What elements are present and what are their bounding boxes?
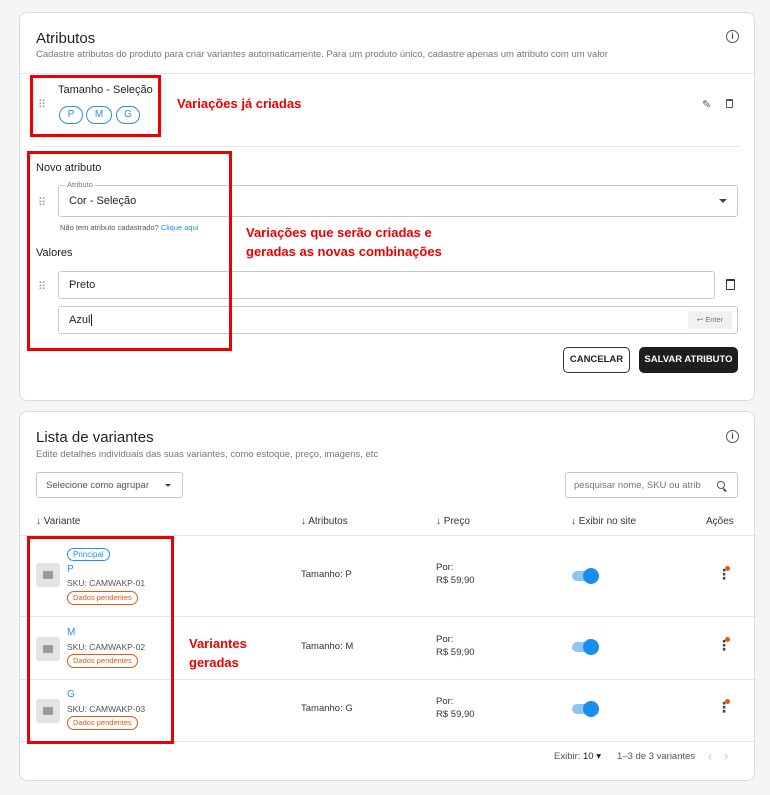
variants-subtitle: Edite detalhes individuais das suas vari… bbox=[36, 449, 379, 460]
annotation-box-generated bbox=[27, 536, 174, 744]
variant-price: R$ 59,90 bbox=[436, 575, 475, 586]
visibility-toggle[interactable] bbox=[572, 701, 599, 717]
annotation-line: geradas as novas combinações bbox=[246, 244, 442, 259]
pending-dot bbox=[725, 637, 730, 642]
variant-price: R$ 59,90 bbox=[436, 709, 475, 720]
divider bbox=[36, 146, 740, 147]
save-attribute-button[interactable]: SALVAR ATRIBUTO bbox=[639, 347, 738, 373]
trash-icon[interactable] bbox=[726, 279, 735, 290]
pagination-range: 1–3 de 3 variantes bbox=[617, 751, 696, 762]
price-label: Por: bbox=[436, 696, 454, 707]
pending-dot bbox=[725, 699, 730, 704]
search-input[interactable]: pesquisar nome, SKU ou atrib bbox=[565, 472, 738, 498]
variant-price: R$ 59,90 bbox=[436, 647, 475, 658]
column-label: Preço bbox=[443, 516, 470, 527]
pagination-show-label: Exibir: bbox=[554, 751, 581, 762]
info-icon[interactable]: i bbox=[726, 30, 739, 43]
trash-icon[interactable] bbox=[726, 99, 733, 108]
visibility-toggle[interactable] bbox=[572, 639, 599, 655]
annotation-box-created bbox=[30, 75, 161, 137]
variants-title: Lista de variantes bbox=[36, 429, 154, 446]
group-by-select[interactable]: Selecione como agrupar bbox=[36, 472, 183, 498]
search-icon[interactable] bbox=[717, 481, 725, 489]
annotation-created: Variações já criadas bbox=[177, 96, 302, 111]
enter-hint: ↩ Enter bbox=[688, 311, 732, 329]
attributes-subtitle: Cadastre atributos do produto para criar… bbox=[36, 49, 608, 60]
pending-dot bbox=[725, 566, 730, 571]
more-actions-icon[interactable]: ⋮ bbox=[717, 638, 731, 652]
column-header-attributes[interactable]: ↓ Atributos bbox=[301, 516, 348, 527]
annotation-box-new bbox=[27, 151, 232, 351]
column-header-actions: Ações bbox=[706, 516, 734, 527]
page-size-select[interactable]: 10 ▾ bbox=[583, 751, 601, 762]
enter-hint-label: Enter bbox=[705, 315, 724, 324]
edit-icon[interactable]: ✎ bbox=[702, 98, 711, 111]
column-label: Exibir no site bbox=[578, 516, 637, 527]
prev-page-icon[interactable]: ‹ bbox=[708, 749, 712, 763]
annotation-to-create: Variações que serão criadas e geradas as… bbox=[246, 223, 442, 261]
variant-attributes: Tamanho: G bbox=[301, 703, 353, 714]
price-label: Por: bbox=[436, 562, 454, 573]
next-page-icon[interactable]: › bbox=[724, 749, 728, 763]
dropdown-arrow-icon[interactable] bbox=[165, 484, 171, 487]
cancel-button[interactable]: CANCELAR bbox=[563, 347, 630, 373]
column-header-show[interactable]: ↓ Exibir no site bbox=[571, 516, 636, 527]
annotation-line: geradas bbox=[189, 655, 239, 670]
annotation-line: Variantes bbox=[189, 636, 247, 651]
column-label: Variante bbox=[43, 516, 81, 527]
variant-attributes: Tamanho: P bbox=[301, 569, 352, 580]
more-actions-icon[interactable]: ⋮ bbox=[717, 700, 731, 714]
column-header-price[interactable]: ↓ Preço bbox=[436, 516, 470, 527]
info-icon[interactable]: i bbox=[726, 430, 739, 443]
dropdown-arrow-icon[interactable] bbox=[719, 199, 727, 203]
annotation-line: Variações que serão criadas e bbox=[246, 225, 432, 240]
column-label: Atributos bbox=[308, 516, 348, 527]
group-by-select-label: Selecione como agrupar bbox=[46, 480, 149, 491]
column-header-variant[interactable]: ↓ Variante bbox=[36, 516, 80, 527]
price-label: Por: bbox=[436, 634, 454, 645]
attributes-title: Atributos bbox=[36, 30, 96, 47]
divider bbox=[20, 73, 756, 74]
visibility-toggle[interactable] bbox=[572, 568, 599, 584]
annotation-generated: Variantes geradas bbox=[189, 634, 247, 672]
page-size-value: 10 bbox=[583, 751, 594, 762]
search-placeholder: pesquisar nome, SKU ou atrib bbox=[574, 480, 701, 491]
more-actions-icon[interactable]: ⋮ bbox=[717, 567, 731, 581]
variant-attributes: Tamanho: M bbox=[301, 641, 354, 652]
